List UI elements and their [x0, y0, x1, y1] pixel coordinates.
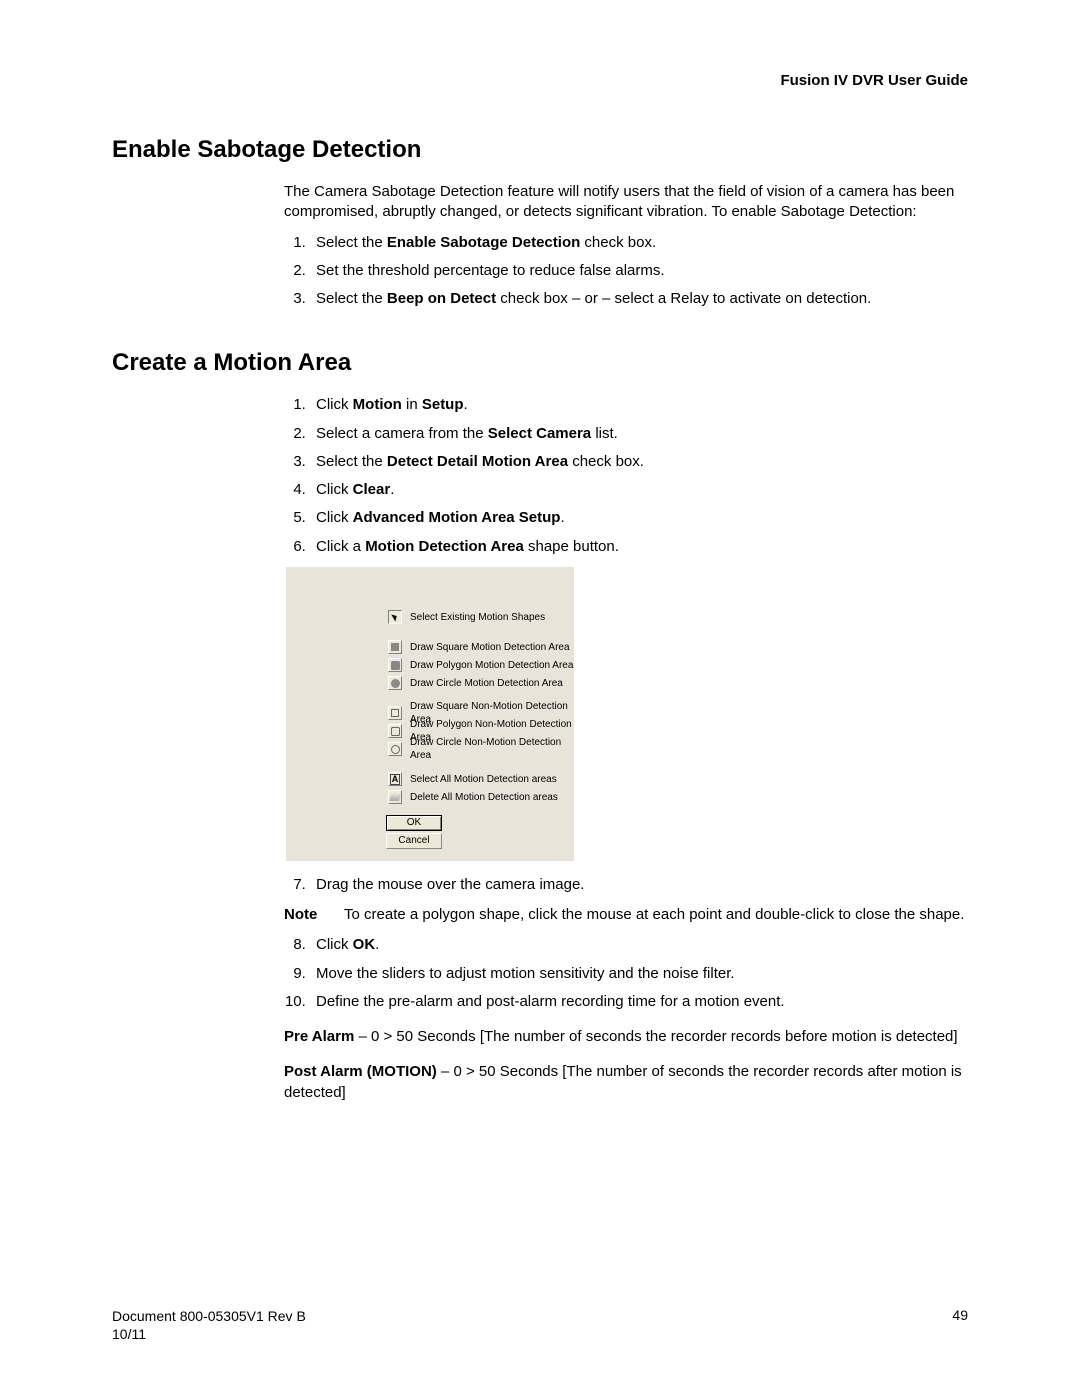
dlg-polygon-motion[interactable]: Draw Polygon Motion Detection Area	[388, 657, 573, 674]
step: Click Clear.	[310, 480, 968, 500]
footer-doc: Document 800-05305V1 Rev B	[112, 1307, 306, 1325]
step: Define the pre-alarm and post-alarm reco…	[310, 992, 968, 1012]
step: Click a Motion Detection Area shape butt…	[310, 537, 968, 557]
polygon-filled-icon	[388, 658, 402, 672]
post-alarm-def: Post Alarm (MOTION) – 0 > 50 Seconds [Th…	[284, 1062, 968, 1103]
page-number: 49	[952, 1307, 968, 1343]
page: Fusion IV DVR User Guide Enable Sabotage…	[0, 0, 1080, 1397]
heading-sabotage: Enable Sabotage Detection	[112, 136, 968, 164]
heading-motion: Create a Motion Area	[112, 349, 968, 377]
section1-steps: Select the Enable Sabotage Detection che…	[284, 233, 968, 310]
step: Drag the mouse over the camera image.	[310, 875, 968, 895]
step: Click OK.	[310, 935, 968, 955]
section1-intro: The Camera Sabotage Detection feature wi…	[284, 182, 968, 223]
dlg-select-all[interactable]: A Select All Motion Detection areas	[388, 771, 558, 788]
footer-date: 10/11	[112, 1325, 306, 1343]
step: Select the Enable Sabotage Detection che…	[310, 233, 968, 253]
dlg-delete-all[interactable]: Delete All Motion Detection areas	[388, 789, 558, 806]
circle-filled-icon	[388, 676, 402, 690]
polygon-outline-icon	[388, 724, 402, 738]
pre-alarm-def: Pre Alarm – 0 > 50 Seconds [The number o…	[284, 1027, 968, 1047]
cancel-button[interactable]: Cancel	[386, 833, 442, 849]
header-guide-title: Fusion IV DVR User Guide	[780, 72, 968, 89]
step: Select a camera from the Select Camera l…	[310, 424, 968, 444]
step: Click Motion in Setup.	[310, 395, 968, 415]
cursor-icon	[388, 610, 402, 624]
step: Move the sliders to adjust motion sensit…	[310, 964, 968, 984]
note-text: To create a polygon shape, click the mou…	[344, 905, 968, 925]
footer-left: Document 800-05305V1 Rev B 10/11	[112, 1307, 306, 1343]
page-footer: Document 800-05305V1 Rev B 10/11 49	[112, 1307, 968, 1343]
section1-body: The Camera Sabotage Detection feature wi…	[284, 182, 968, 309]
square-filled-icon	[388, 640, 402, 654]
select-all-icon: A	[388, 772, 402, 786]
dlg-select-existing[interactable]: Select Existing Motion Shapes	[388, 609, 545, 626]
section2-body: Click Motion in Setup. Select a camera f…	[284, 395, 968, 1103]
section2-steps-a: Click Motion in Setup. Select a camera f…	[284, 395, 968, 557]
step: Select the Detect Detail Motion Area che…	[310, 452, 968, 472]
note: Note To create a polygon shape, click th…	[284, 905, 968, 925]
step: Set the threshold percentage to reduce f…	[310, 261, 968, 281]
dlg-circle-motion[interactable]: Draw Circle Motion Detection Area	[388, 675, 573, 692]
motion-area-dialog: Select Existing Motion Shapes Draw Squar…	[286, 567, 574, 861]
section2-steps-c: Click OK. Move the sliders to adjust mot…	[284, 935, 968, 1012]
ok-button[interactable]: OK	[386, 815, 442, 831]
dlg-square-motion[interactable]: Draw Square Motion Detection Area	[388, 639, 573, 656]
step: Select the Beep on Detect check box – or…	[310, 289, 968, 309]
dlg-circle-nonmotion[interactable]: Draw Circle Non-Motion Detection Area	[388, 741, 574, 758]
main-content: Enable Sabotage Detection The Camera Sab…	[112, 136, 968, 1103]
step: Click Advanced Motion Area Setup.	[310, 508, 968, 528]
section2-steps-b: Drag the mouse over the camera image.	[284, 875, 968, 895]
note-label: Note	[284, 905, 344, 925]
square-outline-icon	[388, 706, 402, 720]
circle-outline-icon	[388, 742, 402, 756]
eraser-icon	[388, 790, 402, 804]
